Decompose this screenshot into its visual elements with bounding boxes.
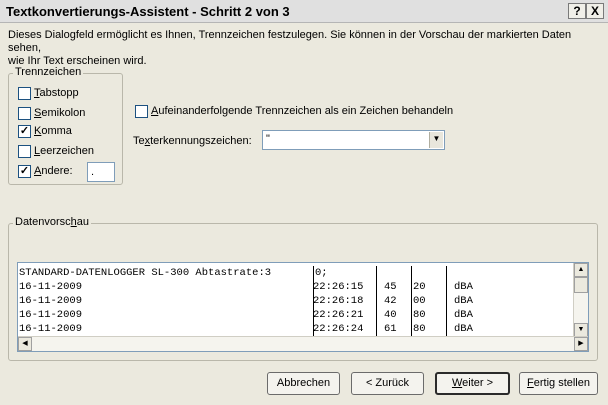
vertical-scroll-thumb[interactable] <box>574 277 588 293</box>
delimiters-group-label: Trennzeichen <box>13 66 84 78</box>
scroll-down-icon[interactable]: ▼ <box>574 323 588 337</box>
preview-cell: 22:26:24 <box>313 323 364 335</box>
semicolon-checkbox[interactable] <box>18 107 31 120</box>
preview-cell: 22:26:18 <box>313 295 364 307</box>
text-qualifier-select[interactable]: " ▼ <box>262 130 445 150</box>
preview-header-extra: 0; <box>315 267 328 279</box>
preview-cell: 40 <box>384 309 397 321</box>
other-checkbox[interactable]: ✓ <box>18 165 31 178</box>
preview-cell: 22:26:21 <box>313 309 364 321</box>
help-button[interactable]: ? <box>568 3 586 19</box>
window-title: Textkonvertierungs-Assistent - Schritt 2… <box>6 4 290 19</box>
close-icon: X <box>590 4 599 18</box>
tab-label[interactable]: Tabstopp <box>34 87 79 99</box>
scroll-left-icon[interactable]: ◀ <box>18 337 32 351</box>
comma-checkbox[interactable]: ✓ <box>18 125 31 138</box>
text-qualifier-value: " <box>266 133 270 145</box>
semicolon-label[interactable]: Semikolon <box>34 107 85 119</box>
next-button[interactable]: Weiter > <box>435 372 510 395</box>
description-line-1: Dieses Dialogfeld ermöglicht es Ihnen, T… <box>8 29 572 54</box>
preview-cell: 22:26:15 <box>313 281 364 293</box>
scroll-up-icon[interactable]: ▲ <box>574 263 588 277</box>
column-break <box>411 266 412 338</box>
cancel-button[interactable]: Abbrechen <box>267 372 340 395</box>
preview-cell: dBA <box>454 281 473 293</box>
title-bar: Textkonvertierungs-Assistent - Schritt 2… <box>0 0 608 23</box>
close-button[interactable]: X <box>586 3 604 19</box>
space-label[interactable]: Leerzeichen <box>34 145 94 157</box>
comma-label[interactable]: Komma <box>34 125 72 137</box>
preview-content: STANDARD-DATENLOGGER SL-300 Abtastrate:3… <box>18 266 575 338</box>
preview-cell: 42 <box>384 295 397 307</box>
consecutive-delimiters-checkbox[interactable] <box>135 105 148 118</box>
back-button[interactable]: < Zurück <box>351 372 424 395</box>
preview-cell: 16-11-2009 <box>19 281 83 293</box>
text-qualifier-label: Texterkennungszeichen: <box>133 135 252 147</box>
scroll-right-icon[interactable]: ▶ <box>574 337 588 351</box>
preview-cell: 80 <box>413 323 426 335</box>
other-label[interactable]: Andere: <box>34 165 73 177</box>
column-break <box>446 266 447 338</box>
consecutive-delimiters-label[interactable]: Aufeinanderfolgende Trennzeichen als ein… <box>151 105 453 117</box>
tab-checkbox[interactable] <box>18 87 31 100</box>
description-line-2: wie Ihr Text erscheinen wird. <box>8 55 147 67</box>
preview-cell: 20 <box>413 281 426 293</box>
space-checkbox[interactable] <box>18 145 31 158</box>
preview-header-text: STANDARD-DATENLOGGER SL-300 Abtastrate:3 <box>19 267 272 279</box>
preview-cell: 16-11-2009 <box>19 309 83 321</box>
preview-cell: 45 <box>384 281 397 293</box>
horizontal-scrollbar[interactable]: ◀ ▶ <box>18 336 588 351</box>
preview-cell: 80 <box>413 309 426 321</box>
finish-button[interactable]: Fertig stellen <box>519 372 598 395</box>
preview-cell: dBA <box>454 323 473 335</box>
preview-cell: 61 <box>384 323 397 335</box>
description: Dieses Dialogfeld ermöglicht es Ihnen, T… <box>8 29 600 68</box>
preview-cell: 00 <box>413 295 426 307</box>
preview-cell: 16-11-2009 <box>19 323 83 335</box>
preview-cell: dBA <box>454 309 473 321</box>
data-preview-label: Datenvorschau <box>13 216 92 228</box>
vertical-scrollbar[interactable]: ▲ ▼ <box>573 263 588 338</box>
preview-cell: 16-11-2009 <box>19 295 83 307</box>
column-break <box>376 266 377 338</box>
data-preview[interactable]: STANDARD-DATENLOGGER SL-300 Abtastrate:3… <box>17 262 589 352</box>
help-icon: ? <box>573 4 581 18</box>
chevron-down-icon[interactable]: ▼ <box>429 132 443 148</box>
other-delimiter-input[interactable]: . <box>87 162 115 182</box>
preview-cell: dBA <box>454 295 473 307</box>
